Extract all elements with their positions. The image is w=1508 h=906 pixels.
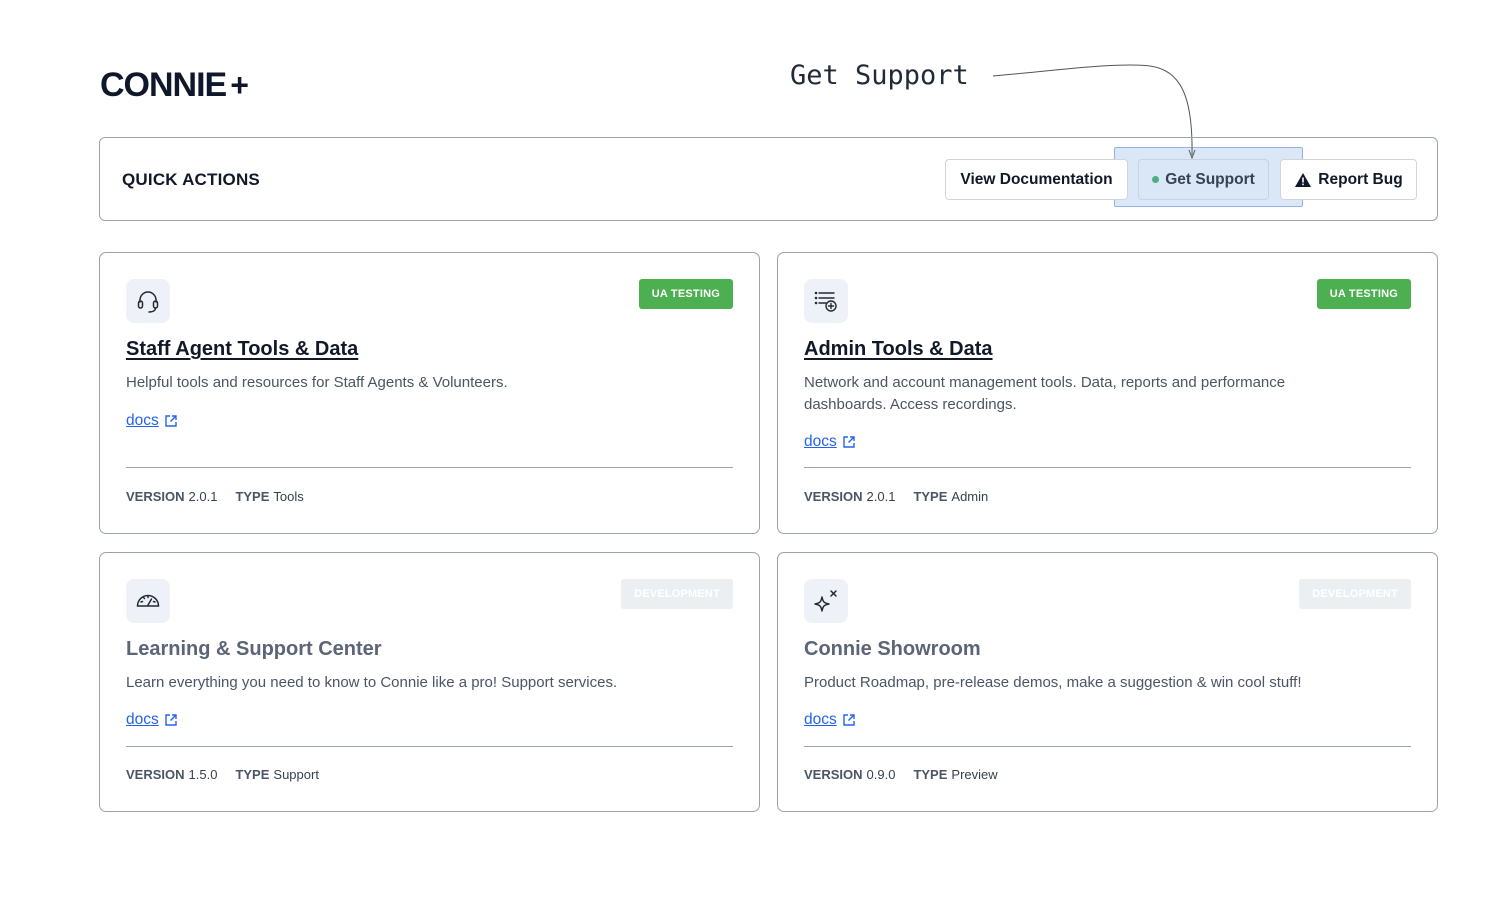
card-description: Helpful tools and resources for Staff Ag… [126,374,508,391]
card-description: Learn everything you need to know to Con… [126,674,618,691]
docs-link-label: docs [804,433,837,450]
card-description: Product Roadmap, pre-release demos, make… [804,674,1302,691]
card-meta: VERSION 1.5.0 TYPE Support [126,767,319,782]
get-support-button[interactable]: Get Support [1138,159,1269,200]
docs-link[interactable]: docs [126,711,178,729]
sparkle-icon [804,579,848,623]
docs-link-label: docs [804,711,837,728]
version-key: VERSION [126,767,185,782]
card-divider [804,746,1411,747]
card-divider [126,746,733,747]
card-title-link[interactable]: Staff Agent Tools & Data [126,338,358,361]
type-key: TYPE [235,767,270,782]
get-support-label: Get Support [1165,170,1255,188]
status-badge: UA TESTING [1316,279,1411,309]
docs-link[interactable]: docs [126,412,178,430]
status-badge: UA TESTING [638,279,733,309]
report-bug-label: Report Bug [1318,170,1403,188]
version-value: 2.0.1 [866,489,896,504]
version-key: VERSION [126,489,185,504]
view-documentation-label: View Documentation [960,170,1113,188]
card-title: Connie Showroom [804,638,981,660]
warning-icon [1295,172,1312,187]
quick-actions-title: QUICK ACTIONS [122,170,260,189]
app-logo: CONNIE + [100,66,249,105]
docs-link[interactable]: docs [804,711,856,729]
version-value: 0.9.0 [866,767,896,782]
card-title: Learning & Support Center [126,638,382,660]
report-bug-button[interactable]: Report Bug [1280,159,1417,200]
external-link-icon [165,714,177,726]
version-value: 2.0.1 [188,489,218,504]
docs-link-label: docs [126,711,159,728]
docs-link-label: docs [126,412,159,429]
docs-link[interactable]: docs [804,433,856,451]
external-link-icon [843,714,855,726]
external-link-icon [843,436,855,448]
version-key: VERSION [804,767,863,782]
card-learning-support-center: DEVELOPMENT Learning & Support Center Le… [99,552,760,812]
gauge-icon [126,579,170,623]
card-divider [126,467,733,468]
card-description: Network and account management tools. Da… [804,374,1286,413]
view-documentation-button[interactable]: View Documentation [945,159,1128,200]
type-key: TYPE [913,767,948,782]
status-badge: DEVELOPMENT [1299,579,1411,609]
card-divider [804,467,1411,468]
type-value: Preview [951,767,998,782]
headset-icon [126,279,170,323]
type-key: TYPE [235,489,270,504]
status-dot-icon [1152,176,1160,183]
card-title-link[interactable]: Admin Tools & Data [804,338,993,361]
card-meta: VERSION 0.9.0 TYPE Preview [804,767,998,782]
status-badge: DEVELOPMENT [621,579,733,609]
card-admin-tools: UA TESTING Admin Tools & Data Network an… [777,252,1438,534]
type-value: Tools [273,489,304,504]
external-link-icon [165,415,177,427]
type-value: Support [273,767,319,782]
logo-plus: + [230,67,249,103]
version-key: VERSION [804,489,863,504]
logo-text: CONNIE [100,66,227,104]
list-add-icon [804,279,848,323]
type-key: TYPE [913,489,948,504]
card-connie-showroom: DEVELOPMENT Connie Showroom Product Road… [777,552,1438,812]
version-value: 1.5.0 [188,767,218,782]
card-staff-agent-tools: UA TESTING Staff Agent Tools & Data Help… [99,252,760,534]
annotation-label: Get Support [790,60,969,91]
card-meta: VERSION 2.0.1 TYPE Tools [126,489,304,504]
card-meta: VERSION 2.0.1 TYPE Admin [804,489,988,504]
type-value: Admin [951,489,989,504]
